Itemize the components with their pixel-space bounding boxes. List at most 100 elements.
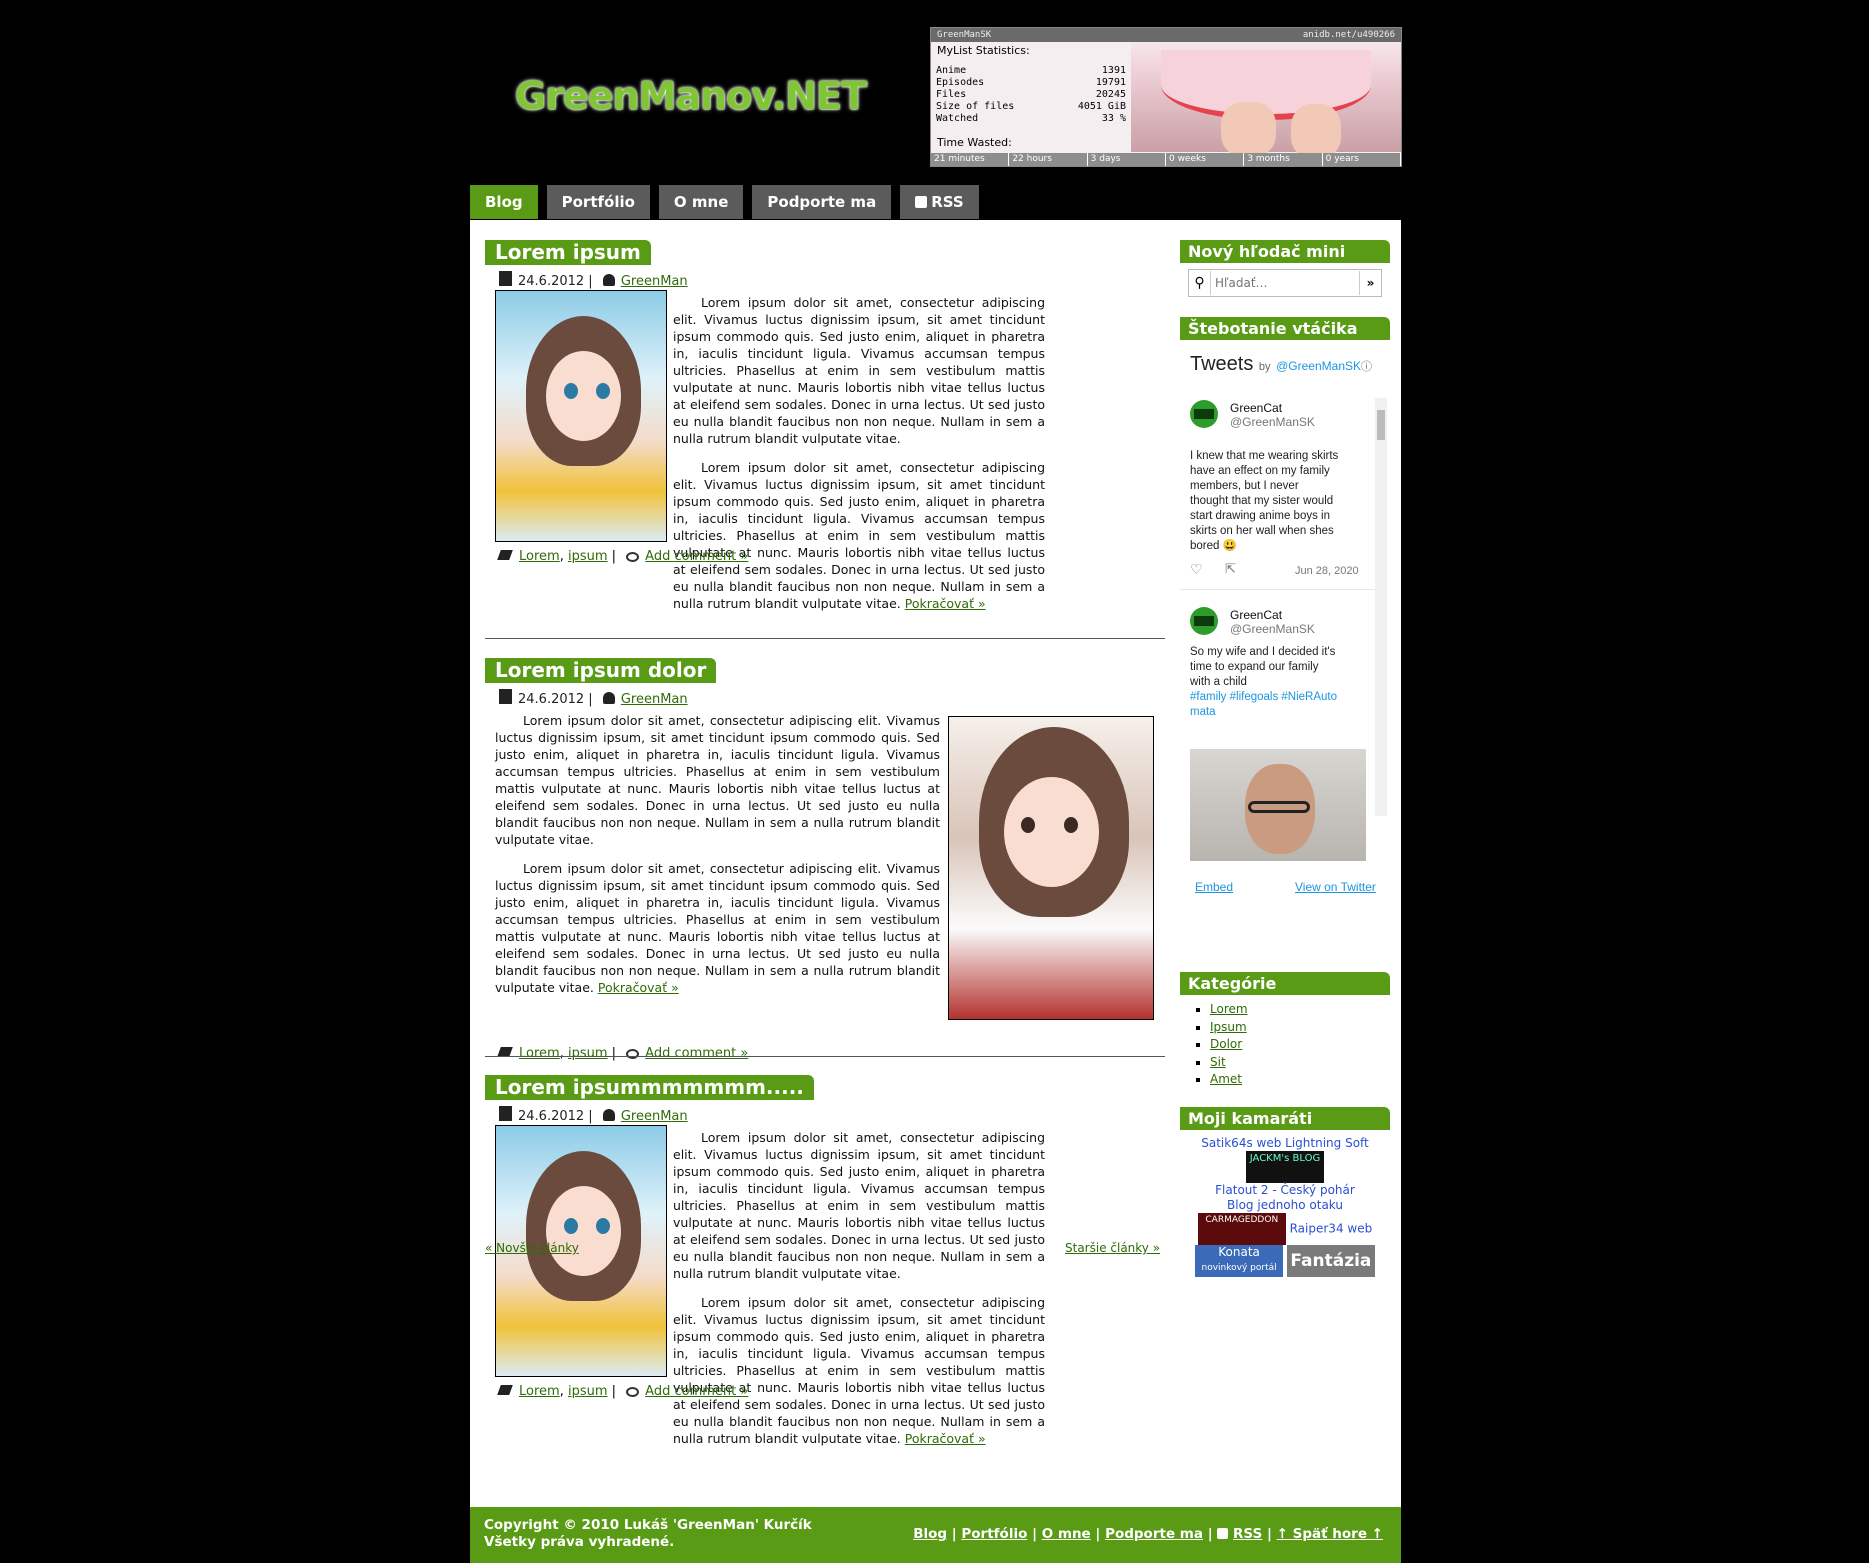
- tweet-photo[interactable]: [1190, 749, 1366, 861]
- sidebar-heading: Moji kamaráti: [1180, 1107, 1390, 1130]
- stats-table: Anime 1391 Episodes 19791 Files 20245 Size …: [935, 65, 1127, 125]
- tag-link[interactable]: ipsum: [568, 1384, 608, 1399]
- post-meta: 24.6.2012 | GreenMan: [499, 689, 1165, 707]
- read-more-link[interactable]: Pokračovať »: [598, 980, 679, 995]
- stats-time-label: Time Wasted:: [937, 136, 1012, 149]
- share-icon[interactable]: ⇱: [1225, 561, 1236, 577]
- post-meta: 24.6.2012 | GreenMan: [499, 271, 1165, 289]
- avatar[interactable]: [1190, 607, 1218, 635]
- add-comment-link[interactable]: Add comment »: [645, 549, 748, 564]
- post-image: [495, 290, 667, 542]
- stats-timeline: 21 minutes 22 hours 3 days 0 weeks 3 months…: [931, 153, 1401, 166]
- nav-rss[interactable]: RSS: [900, 185, 979, 219]
- main-nav: Blog Portfólio O mne Podporte ma RSS: [470, 185, 979, 219]
- category-link[interactable]: Ipsum: [1210, 1020, 1247, 1034]
- nav-about[interactable]: O mne: [658, 185, 744, 219]
- search-input[interactable]: [1210, 271, 1360, 295]
- category-link[interactable]: Amet: [1210, 1072, 1242, 1086]
- add-comment-link[interactable]: Add comment »: [645, 1384, 748, 1399]
- post-title[interactable]: Lorem ipsummmmmmm.....: [485, 1075, 814, 1100]
- post-author[interactable]: GreenMan: [621, 692, 688, 707]
- stats-row: Episodes 19791: [936, 77, 1126, 88]
- tweet-author[interactable]: GreenCat @GreenManSK: [1230, 608, 1315, 636]
- anidb-stats-banner[interactable]: GreenManSK anidb.net/u490266 MyList Stat…: [930, 27, 1402, 167]
- friend-link[interactable]: Blog jednoho otaku: [1227, 1198, 1343, 1212]
- category-link[interactable]: Sit: [1210, 1055, 1226, 1069]
- tag-icon: [497, 550, 513, 560]
- stats-topbar: GreenManSK anidb.net/u490266: [931, 28, 1401, 42]
- post-date: 24.6.2012: [518, 274, 585, 289]
- friend-link[interactable]: Konata novinkový portál: [1195, 1245, 1284, 1277]
- user-icon: [602, 692, 615, 704]
- stats-title: MyList Statistics:: [937, 44, 1030, 57]
- sidebar-categories: Kategórie Lorem Ipsum Dolor Sit Amet: [1180, 972, 1390, 1089]
- category-list: Lorem Ipsum Dolor Sit Amet: [1180, 1001, 1390, 1089]
- post-image: [948, 716, 1154, 1020]
- post-footer: Lorem, ipsum | Add comment »: [485, 549, 748, 564]
- footer-link-rss[interactable]: RSS: [1233, 1526, 1262, 1542]
- friend-link[interactable]: Fantázia: [1286, 1245, 1375, 1277]
- sidebar-heading: Kategórie: [1180, 972, 1390, 995]
- timeline-header: Tweets by @GreenManSKⓘ: [1190, 353, 1372, 375]
- footer-link-blog[interactable]: Blog: [913, 1526, 947, 1542]
- tag-icon: [497, 1385, 513, 1395]
- site-logo[interactable]: GreenManov.NET: [515, 74, 867, 118]
- friend-link[interactable]: Lightning Soft: [1285, 1136, 1369, 1150]
- sidebar-friends: Moji kamaráti Satik64s web Lightning Sof…: [1180, 1107, 1390, 1277]
- footer-link-support[interactable]: Podporte ma: [1105, 1526, 1203, 1542]
- nav-blog[interactable]: Blog: [470, 185, 538, 219]
- like-icon[interactable]: ♡: [1190, 561, 1203, 578]
- footer-link-about[interactable]: O mne: [1042, 1526, 1091, 1542]
- tag-link[interactable]: ipsum: [568, 549, 608, 564]
- nav-portfolio[interactable]: Portfólio: [546, 185, 650, 219]
- embed-link[interactable]: Embed: [1195, 880, 1233, 894]
- divider: [485, 638, 1165, 639]
- footer-nav: Blog | Portfólio | O mne | Podporte ma |…: [913, 1526, 1383, 1542]
- post-author[interactable]: GreenMan: [621, 274, 688, 289]
- read-more-link[interactable]: Pokračovať »: [905, 596, 986, 611]
- timeline-scrollbar[interactable]: [1375, 398, 1387, 816]
- post-title[interactable]: Lorem ipsum: [485, 240, 651, 265]
- tag-link[interactable]: ipsum: [568, 1046, 608, 1061]
- friend-link[interactable]: Raiper34 web: [1290, 1222, 1373, 1236]
- comment-icon: [626, 552, 640, 562]
- stats-user: GreenManSK: [937, 30, 992, 40]
- tweet-author[interactable]: GreenCat @GreenManSK: [1230, 401, 1315, 429]
- calendar-icon: [499, 1106, 512, 1121]
- tag-link[interactable]: Lorem: [519, 549, 560, 564]
- search-submit-button[interactable]: »: [1360, 276, 1381, 290]
- info-icon[interactable]: ⓘ: [1361, 361, 1372, 373]
- friend-link[interactable]: CARMAGEDDON: [1197, 1213, 1286, 1245]
- post-footer: Lorem, ipsum | Add comment »: [485, 1046, 748, 1061]
- post-date: 24.6.2012: [518, 1109, 585, 1124]
- copyright: Copyright © 2010 Lukáš 'GreenMan' Kurčík…: [484, 1517, 812, 1550]
- older-posts-link[interactable]: Staršie články »: [1065, 1241, 1160, 1255]
- friend-link[interactable]: JACKM's BLOG: [1246, 1151, 1324, 1183]
- tag-link[interactable]: Lorem: [519, 1046, 560, 1061]
- avatar[interactable]: [1190, 400, 1218, 428]
- category-link[interactable]: Dolor: [1210, 1037, 1242, 1051]
- post-author[interactable]: GreenMan: [621, 1109, 688, 1124]
- read-more-link[interactable]: Pokračovať »: [905, 1431, 986, 1446]
- tag-link[interactable]: Lorem: [519, 1384, 560, 1399]
- friend-link[interactable]: Flatout 2 - Český pohár: [1215, 1183, 1355, 1197]
- timeline-handle-link[interactable]: @GreenManSK: [1276, 359, 1361, 373]
- add-comment-link[interactable]: Add comment »: [645, 1046, 748, 1061]
- comment-icon: [626, 1387, 640, 1397]
- nav-support[interactable]: Podporte ma: [752, 185, 892, 219]
- friends-list: Satik64s web Lightning Soft JACKM's BLOG…: [1180, 1136, 1390, 1277]
- tweet-date[interactable]: Jun 28, 2020: [1295, 565, 1359, 577]
- post-title[interactable]: Lorem ipsum dolor: [485, 658, 717, 683]
- footer-link-portfolio[interactable]: Portfólio: [961, 1526, 1027, 1542]
- newer-posts-link[interactable]: « Novšie články: [485, 1241, 579, 1255]
- sidebar-heading: Štebotanie vtáčika: [1180, 317, 1390, 340]
- user-icon: [602, 274, 615, 286]
- sidebar-twitter: Štebotanie vtáčika: [1180, 317, 1390, 340]
- friend-link[interactable]: Satik64s web: [1201, 1136, 1281, 1150]
- sidebar-heading: Nový hľodač mini: [1180, 240, 1390, 263]
- view-on-twitter-link[interactable]: View on Twitter: [1295, 880, 1376, 894]
- stats-row: Anime 1391: [936, 65, 1126, 76]
- post-footer: Lorem, ipsum | Add comment »: [485, 1384, 748, 1399]
- category-link[interactable]: Lorem: [1210, 1002, 1248, 1016]
- back-to-top-link[interactable]: ↑ Späť hore ↑: [1277, 1526, 1383, 1542]
